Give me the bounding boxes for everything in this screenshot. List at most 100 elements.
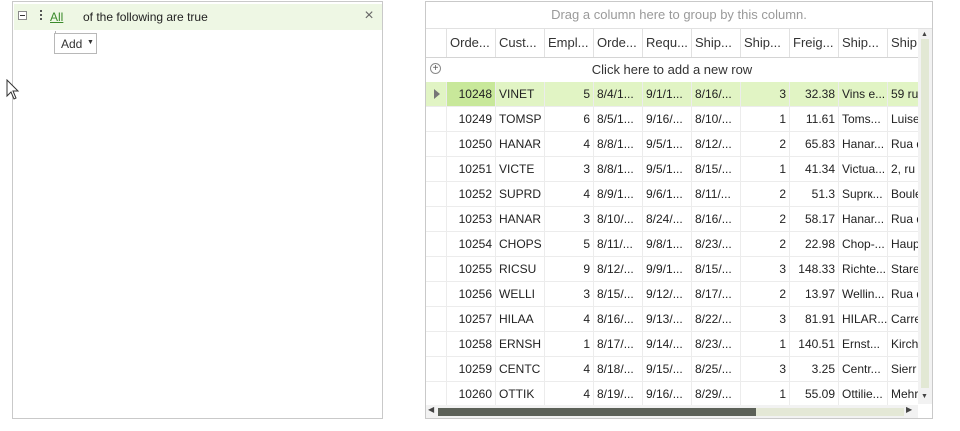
- cell-employee-id[interactable]: 5: [544, 232, 593, 256]
- cell-ship-via[interactable]: 2: [740, 282, 789, 306]
- cell-freight[interactable]: 41.34: [789, 157, 838, 181]
- scroll-up-icon[interactable]: ▲: [921, 31, 928, 38]
- row-indicator[interactable]: [426, 382, 446, 406]
- column-header-freight[interactable]: Freig...: [789, 29, 838, 57]
- cell-ship-via[interactable]: 1: [740, 157, 789, 181]
- cell-shipped-date[interactable]: 8/10/...: [691, 107, 740, 131]
- cell-ship-via[interactable]: 3: [740, 82, 789, 106]
- cell-employee-id[interactable]: 3: [544, 282, 593, 306]
- cell-ship-name[interactable]: Hanar...: [838, 132, 887, 156]
- cell-order-date[interactable]: 8/8/1...: [593, 132, 642, 156]
- cell-order-id[interactable]: 10259: [446, 357, 495, 381]
- cell-employee-id[interactable]: 1: [544, 332, 593, 356]
- table-row[interactable]: 10256 WELLI 3 8/15/... 9/12/... 8/17/... 2 13.9…: [426, 282, 923, 307]
- cell-required-date[interactable]: 9/8/1...: [642, 232, 691, 256]
- column-header-order-id[interactable]: Orde...: [446, 29, 495, 57]
- cell-customer-id[interactable]: HANAR: [495, 132, 544, 156]
- cell-order-date[interactable]: 8/8/1...: [593, 157, 642, 181]
- cell-shipped-date[interactable]: 8/23/...: [691, 332, 740, 356]
- cell-required-date[interactable]: 9/13/...: [642, 307, 691, 331]
- cell-customer-id[interactable]: WELLI: [495, 282, 544, 306]
- cell-order-id[interactable]: 10260: [446, 382, 495, 406]
- cell-required-date[interactable]: 9/16/...: [642, 382, 691, 406]
- cell-order-date[interactable]: 8/12/...: [593, 257, 642, 281]
- table-row[interactable]: 10259 CENTC 4 8/18/... 9/15/... 8/25/... 3 3.25…: [426, 357, 918, 382]
- table-row[interactable]: 10257 HILAA 4 8/16/... 9/13/... 8/22/... 3 81.9…: [426, 307, 921, 332]
- cell-shipped-date[interactable]: 8/29/...: [691, 382, 740, 406]
- cell-order-id[interactable]: 10253: [446, 207, 495, 231]
- horizontal-scrollbar[interactable]: ◀ ▶: [426, 405, 918, 418]
- group-operator-link[interactable]: All: [50, 10, 63, 24]
- cell-order-id[interactable]: 10255: [446, 257, 495, 281]
- row-indicator[interactable]: [426, 307, 446, 331]
- cell-shipped-date[interactable]: 8/16/...: [691, 82, 740, 106]
- cell-order-date[interactable]: 8/4/1...: [593, 82, 642, 106]
- cell-customer-id[interactable]: ERNSH: [495, 332, 544, 356]
- cell-order-date[interactable]: 8/17/...: [593, 332, 642, 356]
- table-row[interactable]: 10260 OTTIK 4 8/19/... 9/16/... 8/29/... 1 55.0…: [426, 382, 918, 407]
- cell-freight[interactable]: 65.83: [789, 132, 838, 156]
- scroll-left-icon[interactable]: ◀: [428, 405, 434, 414]
- table-row[interactable]: 10250 HANAR 4 8/8/1... 9/5/1... 8/12/... 2 65.8…: [426, 132, 923, 157]
- cell-freight[interactable]: 51.3: [789, 182, 838, 206]
- cell-ship-via[interactable]: 2: [740, 182, 789, 206]
- add-new-row[interactable]: + Click here to add a new row: [426, 58, 918, 83]
- row-indicator[interactable]: [426, 182, 446, 206]
- cell-ship-via[interactable]: 2: [740, 232, 789, 256]
- cell-shipped-date[interactable]: 8/17/...: [691, 282, 740, 306]
- current-row-indicator-icon[interactable]: [426, 82, 446, 106]
- cell-ship-name[interactable]: Vins e...: [838, 82, 887, 106]
- collapse-toggle[interactable]: [18, 11, 27, 20]
- cell-freight[interactable]: 3.25: [789, 357, 838, 381]
- table-row[interactable]: 10251 VICTE 3 8/8/1... 9/5/1... 8/15/... 1 41.3…: [426, 157, 918, 182]
- cell-required-date[interactable]: 9/14/...: [642, 332, 691, 356]
- cell-order-date[interactable]: 8/11/...: [593, 232, 642, 256]
- cell-ship-via[interactable]: 1: [740, 332, 789, 356]
- cell-order-date[interactable]: 8/10/...: [593, 207, 642, 231]
- cell-ship-name[interactable]: Hanar...: [838, 207, 887, 231]
- cell-employee-id[interactable]: 4: [544, 132, 593, 156]
- cell-required-date[interactable]: 9/12/...: [642, 282, 691, 306]
- column-header-shipped-date[interactable]: Ship...: [691, 29, 740, 57]
- cell-required-date[interactable]: 9/6/1...: [642, 182, 691, 206]
- row-indicator[interactable]: [426, 232, 446, 256]
- cell-freight[interactable]: 13.97: [789, 282, 838, 306]
- column-header-customer-id[interactable]: Cust...: [495, 29, 544, 57]
- cell-ship-name[interactable]: Suprк...: [838, 182, 887, 206]
- row-indicator[interactable]: [426, 107, 446, 131]
- cell-customer-id[interactable]: CENTC: [495, 357, 544, 381]
- cell-required-date[interactable]: 9/15/...: [642, 357, 691, 381]
- cell-ship-name[interactable]: Toms...: [838, 107, 887, 131]
- cell-freight[interactable]: 55.09: [789, 382, 838, 406]
- cell-ship-via[interactable]: 2: [740, 207, 789, 231]
- cell-ship-name[interactable]: Ernst...: [838, 332, 887, 356]
- cell-employee-id[interactable]: 6: [544, 107, 593, 131]
- cell-employee-id[interactable]: 9: [544, 257, 593, 281]
- cell-order-id[interactable]: 10248: [446, 82, 495, 106]
- cell-shipped-date[interactable]: 8/12/...: [691, 132, 740, 156]
- cell-required-date[interactable]: 8/24/...: [642, 207, 691, 231]
- cell-order-id[interactable]: 10251: [446, 157, 495, 181]
- cell-freight[interactable]: 22.98: [789, 232, 838, 256]
- column-header-order-date[interactable]: Orde...: [593, 29, 642, 57]
- cell-ship-name[interactable]: Richte...: [838, 257, 887, 281]
- cell-shipped-date[interactable]: 8/11/...: [691, 182, 740, 206]
- drag-handle-icon[interactable]: [40, 10, 43, 22]
- cell-ship-via[interactable]: 2: [740, 132, 789, 156]
- cell-ship-name[interactable]: Ottilie...: [838, 382, 887, 406]
- cell-required-date[interactable]: 9/16/...: [642, 107, 691, 131]
- cell-customer-id[interactable]: OTTIK: [495, 382, 544, 406]
- cell-customer-id[interactable]: TOMSP: [495, 107, 544, 131]
- cell-employee-id[interactable]: 3: [544, 157, 593, 181]
- group-by-panel[interactable]: Drag a column here to group by this colu…: [426, 2, 932, 29]
- scroll-down-icon[interactable]: ▼: [921, 393, 928, 400]
- cell-order-id[interactable]: 10249: [446, 107, 495, 131]
- cell-customer-id[interactable]: RICSU: [495, 257, 544, 281]
- table-row[interactable]: 10248 VINET 5 8/4/1... 9/1/1... 8/16/... 3 32.3…: [426, 82, 918, 107]
- cell-order-id[interactable]: 10250: [446, 132, 495, 156]
- column-header-employee-id[interactable]: Empl...: [544, 29, 593, 57]
- column-header-required-date[interactable]: Requ...: [642, 29, 691, 57]
- row-indicator[interactable]: [426, 257, 446, 281]
- column-header-ship-via[interactable]: Ship...: [740, 29, 789, 57]
- cell-freight[interactable]: 81.91: [789, 307, 838, 331]
